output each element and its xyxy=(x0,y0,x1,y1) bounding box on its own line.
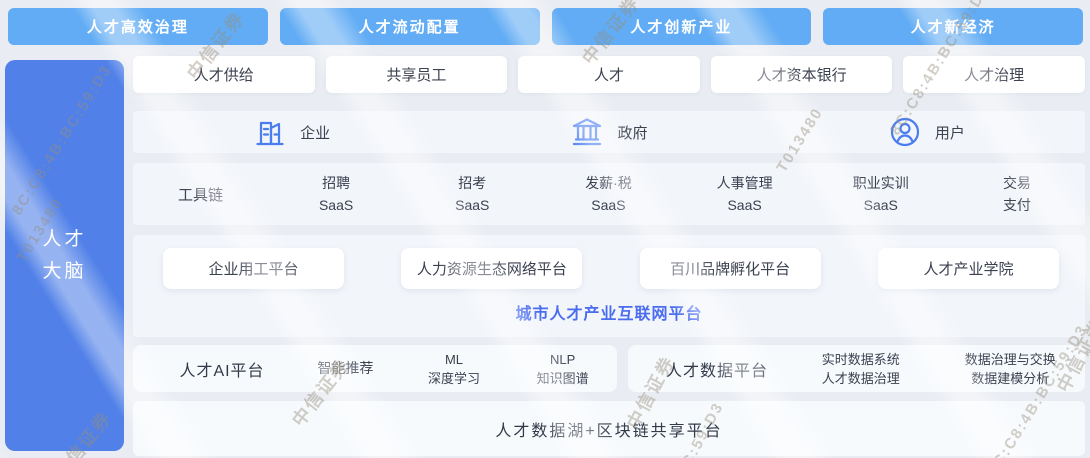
box-baichuan-brand-incubation-platform: 百川品牌孵化平台 xyxy=(640,248,821,289)
tab-talent-new-economy: 人才新经济 xyxy=(823,8,1083,45)
tool-payroll-tax-saas: 发薪·税 SaaS xyxy=(540,172,676,216)
ai-item-smart-recommend: 智能推荐 xyxy=(291,350,400,388)
data-item-line: 实时数据系统 xyxy=(822,350,900,369)
top-tab-row: 人才高效治理 人才流动配置 人才创新产业 人才新经济 xyxy=(8,8,1083,45)
ai-platform-band: 人才AI平台 智能推荐 ML 深度学习 NLP 知识图谱 xyxy=(133,345,617,392)
ai-platform-items: 智能推荐 ML 深度学习 NLP 知识图谱 xyxy=(291,350,617,388)
toolchain-title: 工具链 xyxy=(133,184,268,205)
city-talent-internet-platform-title: 城市人才产业互联网平台 xyxy=(133,300,1085,324)
ai-item-nlp: NLP 知识图谱 xyxy=(508,350,617,388)
tool-line: SaaS xyxy=(864,194,898,216)
tool-trade-pay: 交易 支付 xyxy=(949,172,1085,216)
sidebar-title-line: 大脑 xyxy=(42,256,86,288)
tab-talent-flow: 人才流动配置 xyxy=(280,8,540,45)
tool-line: 人事管理 xyxy=(717,172,773,194)
ai-item-line: 智能推荐 xyxy=(317,359,373,378)
box-enterprise-employment-platform: 企业用工平台 xyxy=(163,248,344,289)
box-talent: 人才 xyxy=(518,56,700,93)
ai-platform-title: 人才AI平台 xyxy=(133,357,291,381)
user-icon xyxy=(888,115,922,149)
data-lake-blockchain-bar: 人才数据湖+区块链共享平台 xyxy=(133,401,1085,456)
box-talent-industry-college: 人才产业学院 xyxy=(878,248,1059,289)
tool-recruit-saas: 招聘 SaaS xyxy=(268,172,404,216)
actor-label: 政府 xyxy=(617,122,647,143)
tool-exam-saas: 招考 SaaS xyxy=(404,172,540,216)
data-item-realtime: 实时数据系统 人才数据治理 xyxy=(786,350,936,388)
sidebar-talent-brain: 人才 大脑 xyxy=(5,60,124,451)
actor-label: 企业 xyxy=(300,122,330,143)
tab-talent-governance: 人才高效治理 xyxy=(8,8,268,45)
box-hr-eco-network-platform: 人力资源生态网络平台 xyxy=(401,248,582,289)
box-talent-capital-bank: 人才资本银行 xyxy=(711,56,893,93)
tool-line: SaaS xyxy=(727,194,761,216)
ai-item-line: 深度学习 xyxy=(428,369,480,388)
tool-line: SaaS xyxy=(591,194,625,216)
platform-band: 企业用工平台 人力资源生态网络平台 百川品牌孵化平台 人才产业学院 城市人才产业… xyxy=(133,235,1085,337)
data-item-governance: 数据治理与交换 数据建模分析 xyxy=(936,350,1086,388)
tool-line: 职业实训 xyxy=(853,172,909,194)
actor-enterprise: 企业 xyxy=(133,115,450,149)
tool-line: 支付 xyxy=(1003,194,1031,216)
tool-line: SaaS xyxy=(319,194,353,216)
box-talent-supply: 人才供给 xyxy=(133,56,315,93)
tool-line: 招考 xyxy=(458,172,486,194)
supply-row: 人才供给 共享员工 人才 人才资本银行 人才治理 xyxy=(133,56,1085,93)
box-talent-governance: 人才治理 xyxy=(903,56,1085,93)
actor-government: 政府 xyxy=(450,115,767,149)
tool-hr-saas: 人事管理 SaaS xyxy=(677,172,813,216)
actor-band: 企业 政府 用户 xyxy=(133,111,1085,153)
tool-line: SaaS xyxy=(455,194,489,216)
platform-box-row: 企业用工平台 人力资源生态网络平台 百川品牌孵化平台 人才产业学院 xyxy=(163,248,1059,289)
tool-line: 交易 xyxy=(1003,172,1031,194)
bank-icon xyxy=(570,115,604,149)
data-item-line: 数据建模分析 xyxy=(971,369,1049,388)
tool-line: 发薪·税 xyxy=(585,172,632,194)
data-platform-title: 人才数据平台 xyxy=(628,357,786,381)
ai-item-line: NLP xyxy=(550,350,575,369)
talent-brain-diagram: 人才高效治理 人才流动配置 人才创新产业 人才新经济 人才 大脑 人才供给 共享… xyxy=(0,0,1090,458)
tool-line: 招聘 xyxy=(322,172,350,194)
tab-talent-innovation: 人才创新产业 xyxy=(552,8,812,45)
box-shared-staff: 共享员工 xyxy=(326,56,508,93)
data-platform-band: 人才数据平台 实时数据系统 人才数据治理 数据治理与交换 数据建模分析 xyxy=(628,345,1085,392)
actor-user: 用户 xyxy=(768,115,1085,149)
ai-item-line: 知识图谱 xyxy=(537,369,589,388)
sidebar-title-line: 人才 xyxy=(42,224,86,256)
data-item-line: 人才数据治理 xyxy=(822,369,900,388)
toolchain-band: 工具链 招聘 SaaS 招考 SaaS 发薪·税 SaaS 人事管理 SaaS … xyxy=(133,163,1085,225)
building-icon xyxy=(253,115,287,149)
ai-item-line: ML xyxy=(445,350,463,369)
ai-item-ml: ML 深度学习 xyxy=(400,350,509,388)
data-item-line: 数据治理与交换 xyxy=(965,350,1056,369)
data-platform-items: 实时数据系统 人才数据治理 数据治理与交换 数据建模分析 xyxy=(786,350,1085,388)
tool-training-saas: 职业实训 SaaS xyxy=(813,172,949,216)
actor-label: 用户 xyxy=(935,122,965,143)
